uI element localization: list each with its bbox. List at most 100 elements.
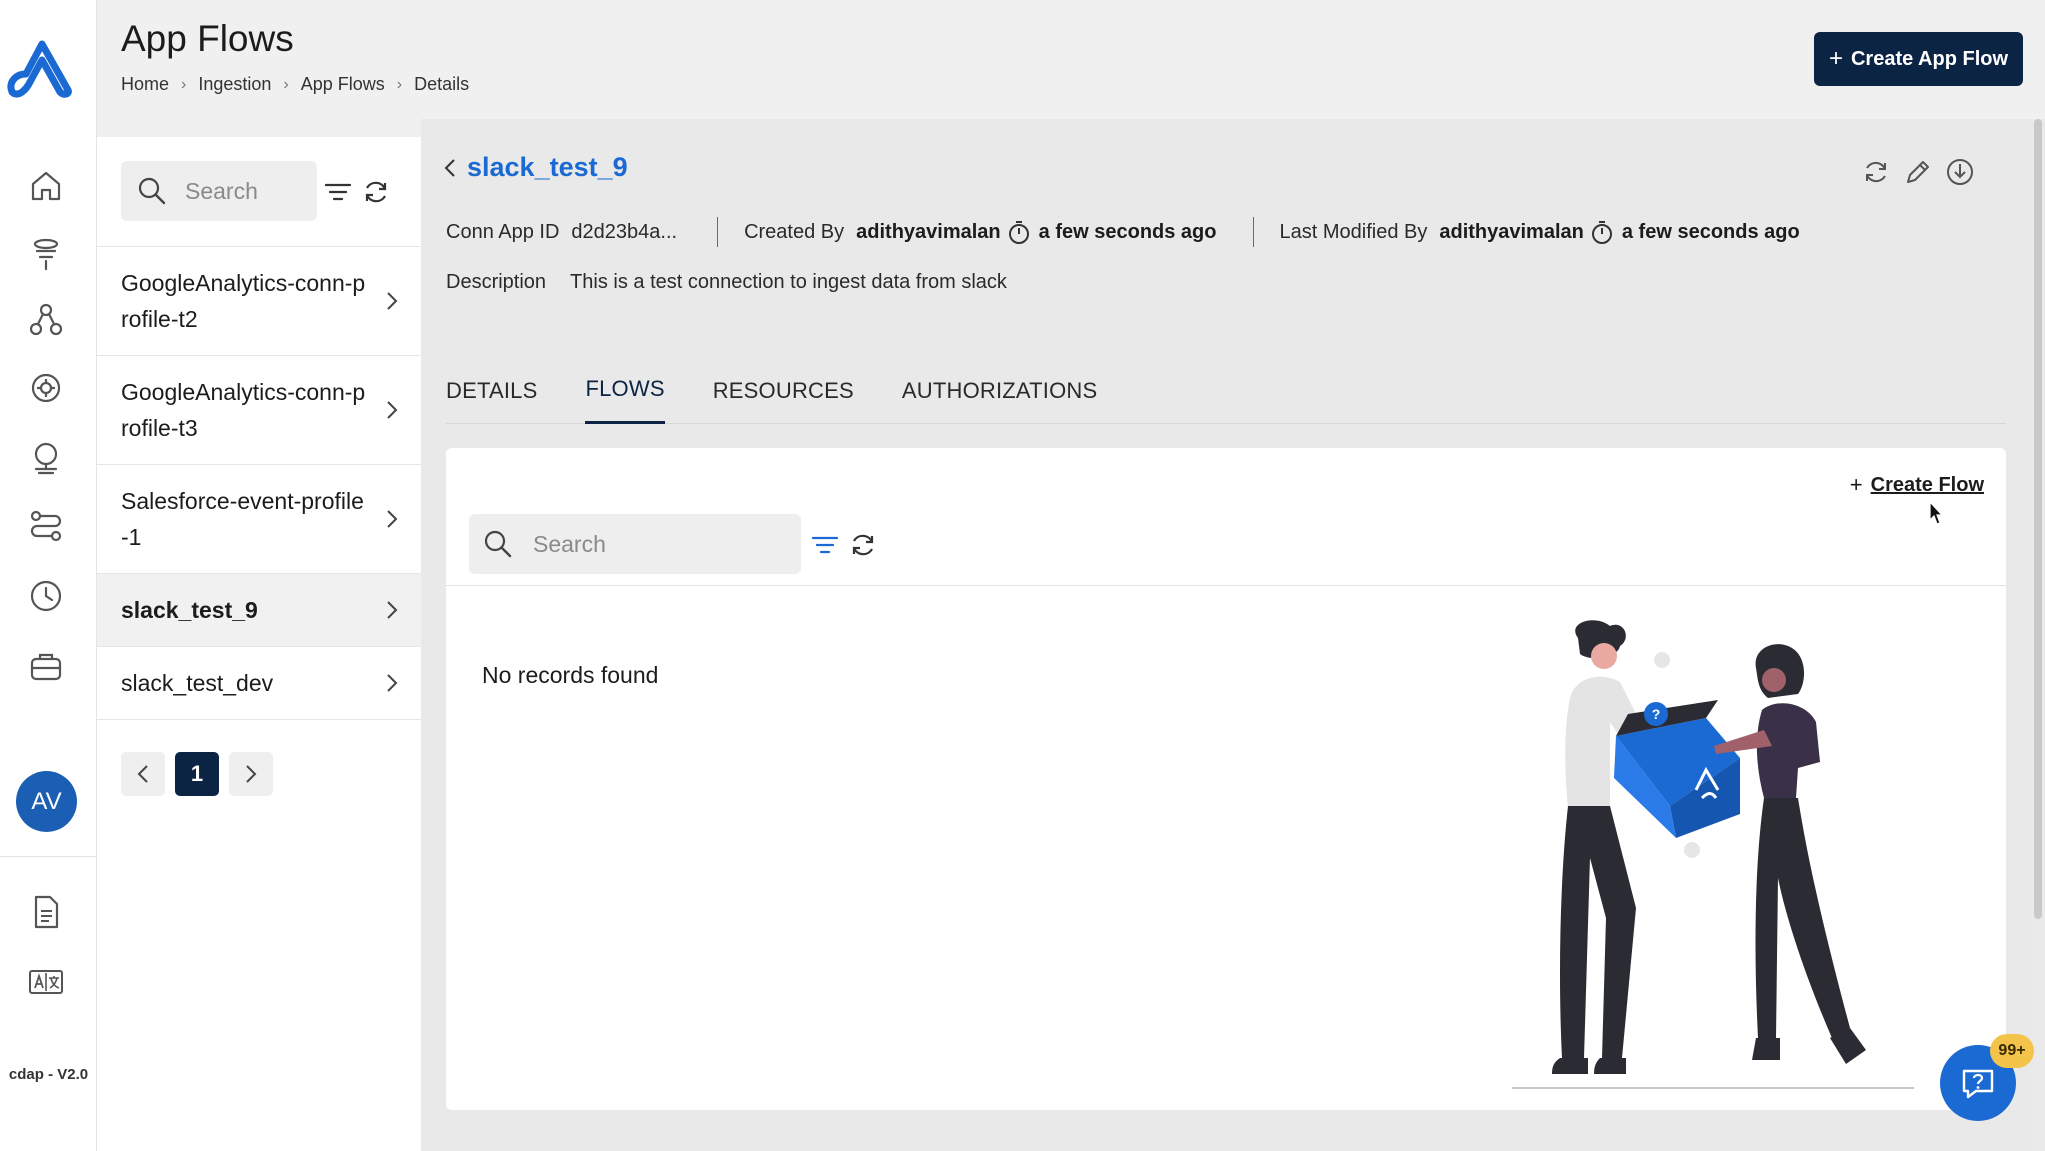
chevron-right-icon [387, 674, 398, 692]
description-label: Description [446, 271, 547, 293]
settings-gear-icon[interactable] [24, 366, 68, 410]
prev-page-button[interactable] [121, 752, 165, 796]
list-item-label: slack_test_dev [121, 670, 274, 696]
app-version: cdap - V2.0 [8, 1066, 89, 1083]
detail-actions [1861, 157, 1975, 187]
created-by-label: Created By [744, 220, 845, 243]
tab-resources[interactable]: RESOURCES [713, 361, 854, 424]
detail-tabs: DETAILS FLOWS RESOURCES AUTHORIZATIONS [446, 361, 2006, 424]
list-item[interactable]: slack_test_9 [97, 574, 421, 647]
page-1-button[interactable]: 1 [175, 752, 219, 796]
flows-toolbar: + Create Flow Search [446, 448, 2006, 586]
briefcase-icon[interactable] [24, 644, 68, 688]
flows-icon[interactable] [24, 504, 68, 548]
plus-icon: + [1828, 45, 1843, 72]
empty-state-message: No records found [482, 662, 659, 688]
document-icon[interactable] [24, 890, 68, 934]
back-chevron-icon[interactable] [443, 157, 457, 179]
clock-icon[interactable] [24, 574, 68, 618]
breadcrumb-details: Details [414, 74, 470, 94]
tab-flows[interactable]: FLOWS [585, 361, 665, 424]
chevron-right-icon [387, 601, 398, 619]
modified-time: a few seconds ago [1621, 220, 1800, 243]
flows-card: + Create Flow Search No records found ? [446, 448, 2006, 1110]
network-icon[interactable] [24, 298, 68, 342]
description-value: This is a test connection to ingest data… [570, 271, 1007, 293]
description-row: Description This is a test connection to… [446, 271, 1007, 294]
list-item-label: Salesforce-event-profile-1 [121, 488, 364, 550]
left-rail: AV cdap - V2.0 [0, 0, 97, 1151]
tab-authorizations[interactable]: AUTHORIZATIONS [902, 361, 1098, 424]
list-item[interactable]: GoogleAnalytics-conn-profile-t2 [97, 247, 421, 356]
flows-search-input[interactable]: Search [469, 514, 801, 574]
flows-search-placeholder: Search [533, 530, 606, 557]
create-app-flow-button[interactable]: + Create App Flow [1814, 32, 2023, 86]
translate-icon[interactable] [24, 960, 68, 1004]
globe-stand-icon[interactable] [24, 436, 68, 480]
breadcrumb-ingestion[interactable]: Ingestion [198, 74, 271, 95]
chevron-right-icon [387, 510, 398, 528]
refresh-icon[interactable] [848, 530, 878, 560]
edit-pencil-icon[interactable] [1903, 157, 1933, 187]
svg-text:?: ? [1652, 706, 1661, 722]
timer-icon [1008, 221, 1029, 244]
filter-icon[interactable] [810, 530, 840, 560]
detail-title: slack_test_9 [467, 152, 628, 182]
tab-details[interactable]: DETAILS [446, 361, 537, 424]
plus-icon: + [1849, 472, 1863, 497]
funnel-icon[interactable] [24, 232, 68, 276]
timer-icon [1591, 221, 1612, 244]
mouse-cursor-icon [1929, 500, 1944, 525]
refresh-icon[interactable] [1861, 157, 1891, 187]
scrollbar-thumb[interactable] [2034, 119, 2042, 919]
created-time: a few seconds ago [1038, 220, 1217, 243]
download-icon[interactable] [1945, 157, 1975, 187]
list-item[interactable]: Salesforce-event-profile-1 [97, 465, 421, 574]
breadcrumb-home[interactable]: Home [121, 74, 169, 95]
list-item-label: slack_test_9 [121, 597, 258, 623]
help-chat-icon [1962, 1069, 1994, 1099]
next-page-button[interactable] [229, 752, 273, 796]
detail-panel: slack_test_9 Conn App ID d2d23b4a... Cre… [421, 119, 2045, 1151]
conn-app-id-value: d2d23b4a... [571, 220, 678, 243]
search-icon [138, 177, 166, 205]
modified-by-label: Last Modified By [1279, 220, 1428, 243]
search-icon [484, 530, 512, 558]
created-by-user: adithyavimalan [856, 220, 1001, 243]
modified-by-user: adithyavimalan [1439, 220, 1584, 243]
create-flow-label: Create Flow [1870, 473, 1984, 496]
conn-app-id-label: Conn App ID [446, 220, 560, 243]
create-flow-button[interactable]: + Create Flow [1850, 472, 1984, 498]
home-icon[interactable] [24, 164, 68, 208]
chevron-right-icon [246, 765, 257, 783]
list-item[interactable]: GoogleAnalytics-conn-profile-t3 [97, 356, 421, 465]
list-search-input[interactable]: Search [121, 161, 317, 221]
notification-badge: 99+ [1990, 1034, 2034, 1068]
chevron-left-icon [137, 765, 148, 783]
page-scrollbar[interactable] [2031, 119, 2045, 1151]
chevron-right-icon: › [283, 75, 289, 93]
refresh-icon[interactable] [361, 177, 391, 207]
breadcrumb: Home › Ingestion › App Flows › Details [121, 74, 469, 95]
meta-divider [1252, 217, 1254, 247]
chevron-right-icon: › [181, 75, 187, 93]
chevron-right-icon: › [396, 75, 403, 93]
chevron-right-icon [387, 292, 398, 310]
chevron-right-icon [387, 401, 398, 419]
page-title: App Flows [121, 18, 294, 59]
list-item-label: GoogleAnalytics-conn-profile-t2 [121, 270, 366, 332]
app-logo-icon[interactable] [6, 34, 80, 98]
list-item[interactable]: slack_test_dev [97, 647, 421, 720]
filter-icon[interactable] [323, 177, 353, 207]
page-header: App Flows Home › Ingestion › App Flows ›… [97, 0, 2045, 119]
list-item-label: GoogleAnalytics-conn-profile-t3 [121, 379, 366, 441]
list-search-placeholder: Search [185, 177, 258, 204]
empty-state-illustration: ? [1512, 620, 1914, 1089]
app-flow-list: GoogleAnalytics-conn-profile-t2 GoogleAn… [97, 246, 421, 720]
user-avatar[interactable]: AV [16, 771, 77, 832]
pagination: 1 [121, 752, 273, 796]
rail-divider [0, 856, 97, 857]
app-flow-list-pane: Search GoogleAnalytics-conn-profile-t2 G… [97, 137, 421, 1151]
breadcrumb-app-flows[interactable]: App Flows [301, 74, 385, 95]
meta-divider [717, 217, 719, 247]
